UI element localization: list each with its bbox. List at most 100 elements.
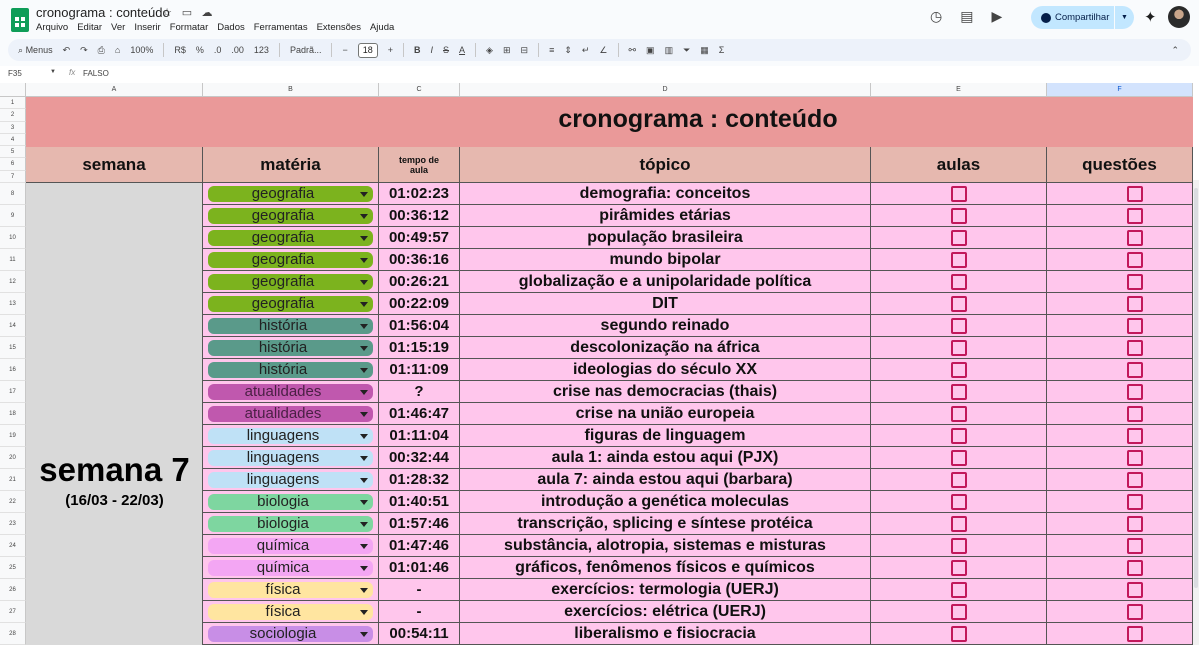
row-header[interactable]: 25: [0, 557, 26, 579]
questoes-checkbox[interactable]: [1127, 208, 1143, 224]
duration-cell[interactable]: 01:11:09: [379, 359, 460, 381]
select-all-corner[interactable]: [0, 83, 26, 97]
row-header[interactable]: 14: [0, 315, 26, 337]
chip-dropdown-icon[interactable]: [360, 390, 368, 395]
chip-dropdown-icon[interactable]: [360, 412, 368, 417]
row-header[interactable]: 11: [0, 249, 26, 271]
subject-cell[interactable]: sociologia: [203, 623, 379, 645]
subject-chip[interactable]: atualidades: [208, 406, 373, 422]
subject-cell[interactable]: linguagens: [203, 469, 379, 491]
chip-dropdown-icon[interactable]: [360, 456, 368, 461]
move-folder-icon[interactable]: ▭: [180, 6, 194, 19]
functions-icon[interactable]: Σ: [719, 45, 725, 55]
aulas-checkbox[interactable]: [951, 252, 967, 268]
borders-icon[interactable]: ⊞: [503, 45, 511, 56]
questoes-checkbox[interactable]: [1127, 340, 1143, 356]
share-button[interactable]: Compartilhar ▼: [1031, 6, 1134, 29]
subject-chip[interactable]: geografia: [208, 296, 373, 312]
chip-dropdown-icon[interactable]: [360, 588, 368, 593]
subject-cell[interactable]: história: [203, 315, 379, 337]
horizontal-align-icon[interactable]: ≡: [549, 45, 554, 55]
subject-chip[interactable]: geografia: [208, 186, 373, 202]
column-header-f[interactable]: F: [1047, 83, 1193, 97]
menu-arquivo[interactable]: Arquivo: [36, 22, 68, 33]
subject-chip[interactable]: linguagens: [208, 450, 373, 466]
questoes-checkbox[interactable]: [1127, 494, 1143, 510]
subject-chip[interactable]: geografia: [208, 274, 373, 290]
topic-cell[interactable]: segundo reinado: [460, 315, 871, 337]
print-icon[interactable]: ⎙: [98, 45, 105, 56]
row-header[interactable]: 27: [0, 601, 26, 623]
duration-cell[interactable]: 00:36:16: [379, 249, 460, 271]
questoes-checkbox[interactable]: [1127, 450, 1143, 466]
strikethrough-icon[interactable]: S: [443, 45, 449, 55]
chip-dropdown-icon[interactable]: [360, 632, 368, 637]
questoes-checkbox[interactable]: [1127, 516, 1143, 532]
aulas-checkbox[interactable]: [951, 494, 967, 510]
row-header[interactable]: 3: [0, 121, 26, 134]
subject-chip[interactable]: geografia: [208, 230, 373, 246]
duration-cell[interactable]: -: [379, 601, 460, 623]
subject-cell[interactable]: linguagens: [203, 425, 379, 447]
questoes-checkbox[interactable]: [1127, 296, 1143, 312]
topic-cell[interactable]: introdução a genética moleculas: [460, 491, 871, 513]
questoes-checkbox[interactable]: [1127, 538, 1143, 554]
row-header[interactable]: 13: [0, 293, 26, 315]
subject-chip[interactable]: história: [208, 318, 373, 334]
row-header[interactable]: 20: [0, 447, 26, 469]
menu-ver[interactable]: Ver: [111, 22, 125, 33]
comments-icon[interactable]: ▤: [960, 8, 973, 25]
history-icon[interactable]: ◷: [930, 8, 942, 25]
aulas-checkbox[interactable]: [951, 296, 967, 312]
row-header[interactable]: 26: [0, 579, 26, 601]
menu-extensoes[interactable]: Extensões: [317, 22, 361, 33]
aulas-checkbox[interactable]: [951, 340, 967, 356]
number-format-button[interactable]: 123: [254, 45, 269, 55]
aulas-checkbox[interactable]: [951, 384, 967, 400]
subject-chip[interactable]: biologia: [208, 494, 373, 510]
chip-dropdown-icon[interactable]: [360, 192, 368, 197]
topic-cell[interactable]: população brasileira: [460, 227, 871, 249]
row-header[interactable]: 12: [0, 271, 26, 293]
avatar[interactable]: [1168, 6, 1190, 28]
aulas-checkbox[interactable]: [951, 604, 967, 620]
menu-ajuda[interactable]: Ajuda: [370, 22, 394, 33]
duration-cell[interactable]: ?: [379, 381, 460, 403]
duration-cell[interactable]: 01:46:47: [379, 403, 460, 425]
row-header[interactable]: 10: [0, 227, 26, 249]
aulas-checkbox[interactable]: [951, 626, 967, 642]
document-title[interactable]: cronograma : conteúdo: [36, 5, 170, 20]
aulas-checkbox[interactable]: [951, 560, 967, 576]
menu-inserir[interactable]: Inserir: [134, 22, 160, 33]
row-header[interactable]: 5: [0, 146, 26, 159]
subject-chip[interactable]: sociologia: [208, 626, 373, 642]
vertical-align-icon[interactable]: ⇕: [564, 45, 572, 56]
merge-cells-icon[interactable]: ⊟: [521, 45, 529, 56]
increase-decimal-button[interactable]: .00: [231, 45, 244, 55]
duration-cell[interactable]: 00:26:21: [379, 271, 460, 293]
subject-cell[interactable]: biologia: [203, 491, 379, 513]
insert-comment-icon[interactable]: ▣: [646, 45, 655, 56]
aulas-checkbox[interactable]: [951, 318, 967, 334]
undo-icon[interactable]: ↶: [63, 45, 71, 56]
subject-cell[interactable]: química: [203, 535, 379, 557]
bold-icon[interactable]: B: [414, 45, 421, 55]
subject-chip[interactable]: química: [208, 538, 373, 554]
duration-cell[interactable]: 00:22:09: [379, 293, 460, 315]
chip-dropdown-icon[interactable]: [360, 544, 368, 549]
column-header-b[interactable]: B: [203, 83, 379, 97]
subject-cell[interactable]: geografia: [203, 183, 379, 205]
zoom-select[interactable]: 100%: [130, 45, 153, 55]
duration-cell[interactable]: 01:15:19: [379, 337, 460, 359]
name-box-dropdown-icon[interactable]: ▼: [50, 69, 56, 75]
duration-cell[interactable]: 00:49:57: [379, 227, 460, 249]
chip-dropdown-icon[interactable]: [360, 302, 368, 307]
italic-icon[interactable]: I: [431, 45, 434, 55]
menu-formatar[interactable]: Formatar: [170, 22, 209, 33]
aulas-checkbox[interactable]: [951, 538, 967, 554]
topic-cell[interactable]: DIT: [460, 293, 871, 315]
row-header[interactable]: 23: [0, 513, 26, 535]
topic-cell[interactable]: substância, alotropia, sistemas e mistur…: [460, 535, 871, 557]
questoes-checkbox[interactable]: [1127, 318, 1143, 334]
questoes-checkbox[interactable]: [1127, 274, 1143, 290]
